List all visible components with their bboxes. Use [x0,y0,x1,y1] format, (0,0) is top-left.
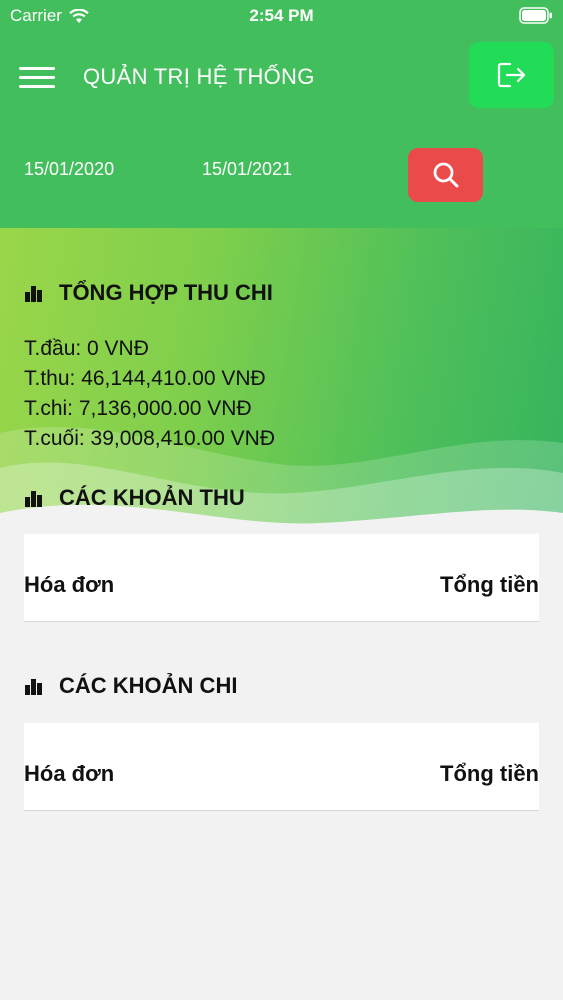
hamburger-menu-icon[interactable] [19,66,55,90]
date-from-field[interactable]: 15/01/2020 [24,159,114,180]
summary-values: T.đầu: 0 VNĐ T.thu: 46,144,410.00 VNĐ T.… [24,334,275,454]
total-column-header: Tổng tiền [440,761,539,786]
status-time: 2:54 PM [249,6,314,25]
income-heading-label: CÁC KHOẢN THU [59,485,245,510]
bar-chart-icon [25,677,45,695]
app-header: Carrier 2:54 PM QUẢN TRỊ HỆ THỐNG 15/01/… [0,0,563,228]
battery-icon [519,7,552,24]
closing-balance: T.cuối: 39,008,410.00 VNĐ [24,427,275,450]
total-expense: T.chi: 7,136,000.00 VNĐ [24,397,252,420]
invoice-column-header: Hóa đơn [24,761,115,786]
expense-heading-label: CÁC KHOẢN CHI [59,673,238,698]
income-heading: CÁC KHOẢN THU [25,485,245,511]
page-title: QUẢN TRỊ HỆ THỐNG [83,64,315,89]
income-table-header: Hóa đơn Tổng tiền [24,534,539,622]
summary-heading-label: TỔNG HỢP THU CHI [59,280,273,305]
summary-heading: TỔNG HỢP THU CHI [25,280,273,306]
logout-icon [497,62,525,88]
bar-chart-icon [25,489,45,507]
expense-heading: CÁC KHOẢN CHI [25,673,237,699]
total-column-header: Tổng tiền [440,572,539,597]
status-bar: Carrier 2:54 PM [0,0,563,32]
expense-table-header: Hóa đơn Tổng tiền [24,723,539,811]
opening-balance: T.đầu: 0 VNĐ [24,337,149,360]
date-to-field[interactable]: 15/01/2021 [202,159,292,180]
total-income: T.thu: 46,144,410.00 VNĐ [24,367,266,390]
logout-button[interactable] [469,42,554,108]
bar-chart-icon [25,284,45,302]
search-icon [433,162,458,188]
invoice-column-header: Hóa đơn [24,572,115,597]
search-button[interactable] [408,148,483,202]
